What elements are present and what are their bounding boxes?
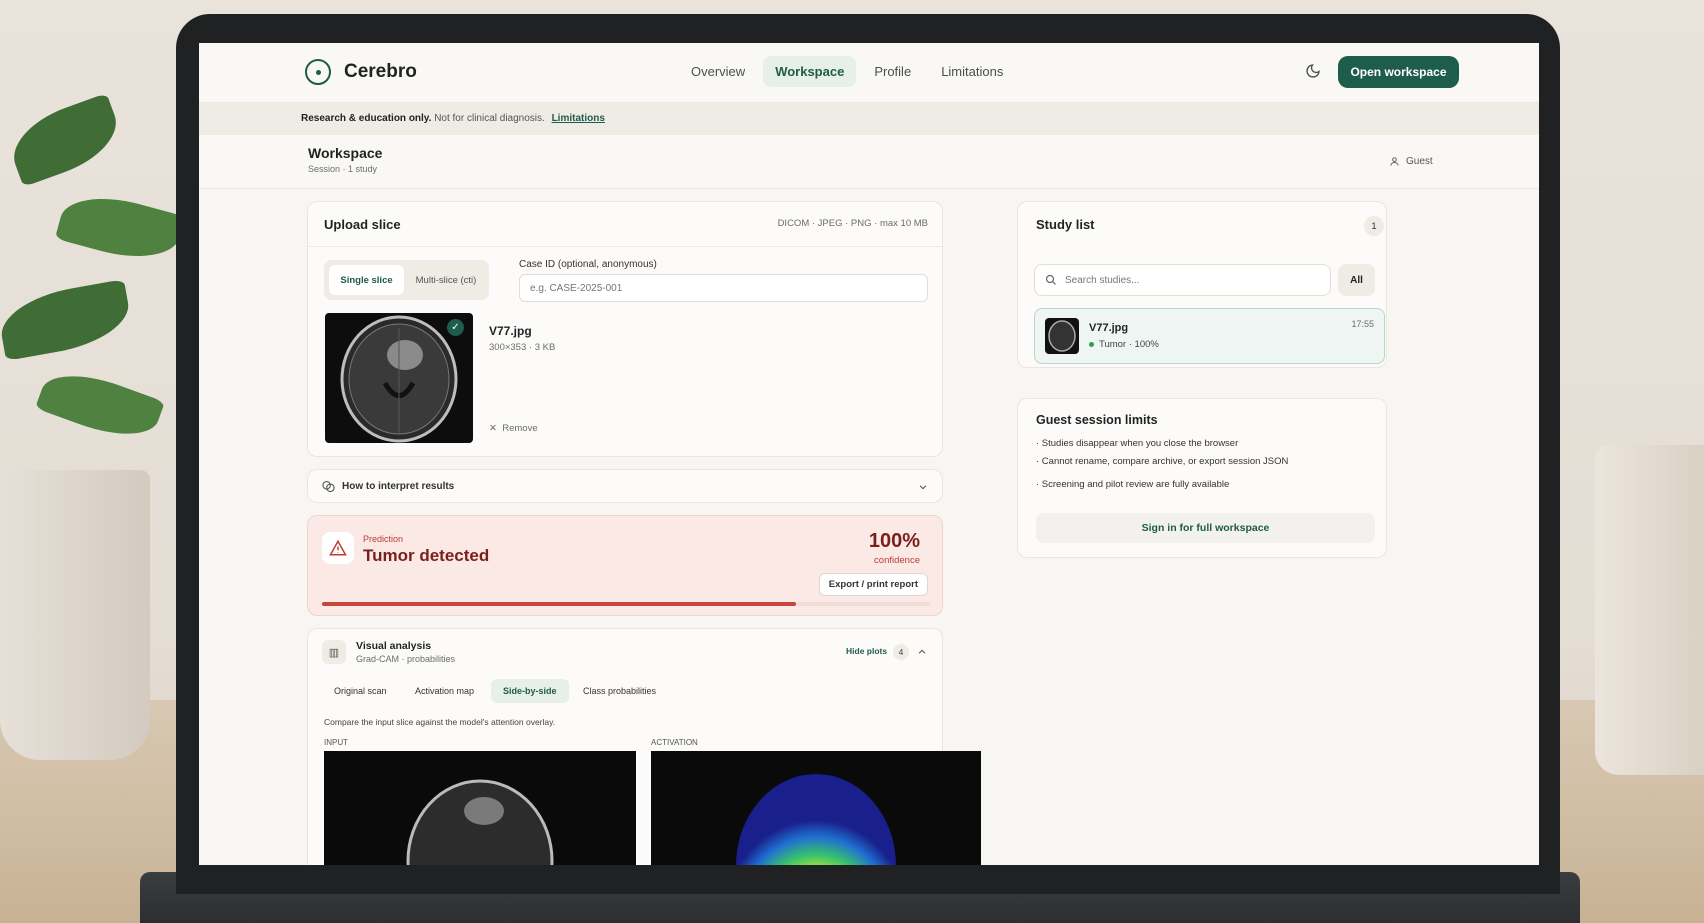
mode-single-slice[interactable]: Single slice bbox=[329, 265, 404, 295]
upload-mode-toggle: Single slice Multi-slice (cti) bbox=[324, 260, 489, 300]
case-id-input[interactable] bbox=[519, 274, 928, 302]
remove-label: Remove bbox=[502, 423, 538, 434]
case-id-label: Case ID (optional, anonymous) bbox=[519, 259, 657, 270]
sign-in-button[interactable]: Sign in for full workspace bbox=[1036, 513, 1375, 543]
close-icon: ✕ bbox=[489, 423, 497, 434]
nav-link-overview[interactable]: Overview bbox=[679, 56, 757, 87]
top-nav: Cerebro Overview Workspace Profile Limit… bbox=[199, 43, 1539, 103]
search-icon bbox=[1045, 274, 1056, 285]
confidence-percent: 100% bbox=[868, 530, 920, 552]
tab-original-scan[interactable]: Original scan bbox=[322, 679, 399, 703]
tab-class-probabilities[interactable]: Class probabilities bbox=[571, 679, 668, 703]
remove-file-button[interactable]: ✕ Remove bbox=[489, 423, 538, 434]
nav-link-profile[interactable]: Profile bbox=[862, 56, 923, 87]
list-item[interactable]: V77.jpg Tumor · 100% 17:55 bbox=[1034, 308, 1385, 364]
plant-leaf bbox=[3, 92, 127, 188]
divider bbox=[308, 246, 944, 247]
visual-title: Visual analysis bbox=[356, 640, 432, 652]
chart-icon: ▥ bbox=[322, 640, 346, 664]
study-search-input[interactable]: Search studies... bbox=[1034, 264, 1331, 296]
brand-name[interactable]: Cerebro bbox=[344, 61, 417, 83]
confidence-bar-fill bbox=[322, 602, 797, 606]
user-menu[interactable]: Guest bbox=[1389, 156, 1433, 167]
nav-link-workspace[interactable]: Workspace bbox=[763, 56, 857, 87]
moon-icon[interactable] bbox=[1305, 63, 1321, 79]
search-placeholder: Search studies... bbox=[1065, 274, 1140, 286]
confidence-label: confidence bbox=[874, 555, 920, 566]
activation-map-image bbox=[651, 751, 981, 865]
app-screen: Cerebro Overview Workspace Profile Limit… bbox=[199, 43, 1539, 865]
page-subtitle: Session · 1 study bbox=[308, 164, 378, 174]
ceramic-vase bbox=[1595, 445, 1704, 775]
chevron-down-icon bbox=[919, 485, 927, 490]
visual-subtitle: Grad-CAM · probabilities bbox=[356, 654, 456, 664]
upload-title: Upload slice bbox=[324, 217, 401, 232]
open-workspace-button[interactable]: Open workspace bbox=[1338, 56, 1459, 88]
study-list-title: Study list bbox=[1036, 217, 1095, 232]
mode-multi-slice[interactable]: Multi-slice (cti) bbox=[406, 265, 486, 295]
hide-plots-button[interactable]: Hide plots bbox=[846, 646, 887, 656]
logo-icon[interactable] bbox=[305, 59, 331, 85]
plant-leaf bbox=[54, 185, 186, 270]
guest-limits-card: Guest session limits · Studies disappear… bbox=[1017, 398, 1387, 558]
activation-label: ACTIVATION bbox=[651, 738, 698, 747]
warning-icon bbox=[322, 532, 354, 564]
study-meta: Tumor · 100% bbox=[1089, 339, 1159, 350]
page-title: Workspace bbox=[308, 145, 383, 161]
input-scan-image bbox=[324, 751, 636, 865]
user-icon bbox=[1390, 157, 1399, 166]
input-label: INPUT bbox=[324, 738, 348, 747]
plant-leaf bbox=[35, 360, 165, 450]
nav-links: Overview Workspace Profile Limitations bbox=[679, 56, 1015, 87]
plant-leaf bbox=[0, 279, 135, 361]
plant-pot bbox=[0, 470, 150, 760]
study-time: 17:55 bbox=[1351, 319, 1374, 329]
interpret-label: How to interpret results bbox=[342, 481, 455, 492]
limit-line: · Screening and pilot review are fully a… bbox=[1036, 479, 1230, 490]
filter-all-button[interactable]: All bbox=[1338, 264, 1375, 296]
limit-line: · Cannot rename, compare archive, or exp… bbox=[1036, 456, 1289, 467]
workspace-header: Workspace Session · 1 study Guest bbox=[199, 135, 1539, 189]
plots-count-badge: 4 bbox=[893, 644, 909, 660]
limit-line: · Studies disappear when you close the b… bbox=[1036, 438, 1239, 449]
limits-title: Guest session limits bbox=[1036, 413, 1158, 427]
tab-side-by-side[interactable]: Side-by-side bbox=[491, 679, 569, 703]
brain-icon bbox=[322, 480, 335, 493]
prediction-card: Prediction Tumor detected 100% confidenc… bbox=[307, 515, 943, 616]
disclaimer-bar: Research & education only. Not for clini… bbox=[199, 103, 1539, 135]
status-dot-icon bbox=[1089, 342, 1094, 347]
study-name: V77.jpg bbox=[1089, 322, 1129, 334]
check-icon: ✓ bbox=[447, 319, 464, 336]
disclaimer-text: Not for clinical diagnosis. bbox=[434, 113, 545, 124]
study-result: Tumor · 100% bbox=[1099, 339, 1159, 350]
tab-activation-map[interactable]: Activation map bbox=[403, 679, 486, 703]
interpret-accordion[interactable]: How to interpret results bbox=[307, 469, 943, 503]
user-name: Guest bbox=[1406, 156, 1433, 167]
prediction-label: Prediction bbox=[363, 534, 404, 544]
study-thumbnail bbox=[1045, 318, 1079, 354]
upload-card: Upload slice DICOM · JPEG · PNG · max 10… bbox=[307, 201, 944, 457]
compare-description: Compare the input slice against the mode… bbox=[324, 717, 556, 727]
confidence-bar bbox=[322, 602, 930, 606]
visual-analysis-card: ▥ Visual analysis Grad-CAM · probabiliti… bbox=[307, 628, 981, 865]
chevron-up-icon[interactable] bbox=[917, 647, 927, 657]
file-name: V77.jpg bbox=[489, 324, 532, 338]
disclaimer-bold: Research & education only. bbox=[301, 113, 432, 124]
upload-formats: DICOM · JPEG · PNG · max 10 MB bbox=[777, 218, 928, 229]
file-meta: 300×353 · 3 KB bbox=[489, 342, 556, 353]
prediction-value: Tumor detected bbox=[363, 546, 490, 565]
study-list-card: Study list 1 Search studies... All V77.j… bbox=[1017, 201, 1387, 368]
limitations-link[interactable]: Limitations bbox=[552, 113, 605, 124]
export-report-button[interactable]: Export / print report bbox=[818, 573, 928, 596]
nav-link-limitations[interactable]: Limitations bbox=[929, 56, 1015, 87]
study-count-badge: 1 bbox=[1364, 216, 1384, 236]
